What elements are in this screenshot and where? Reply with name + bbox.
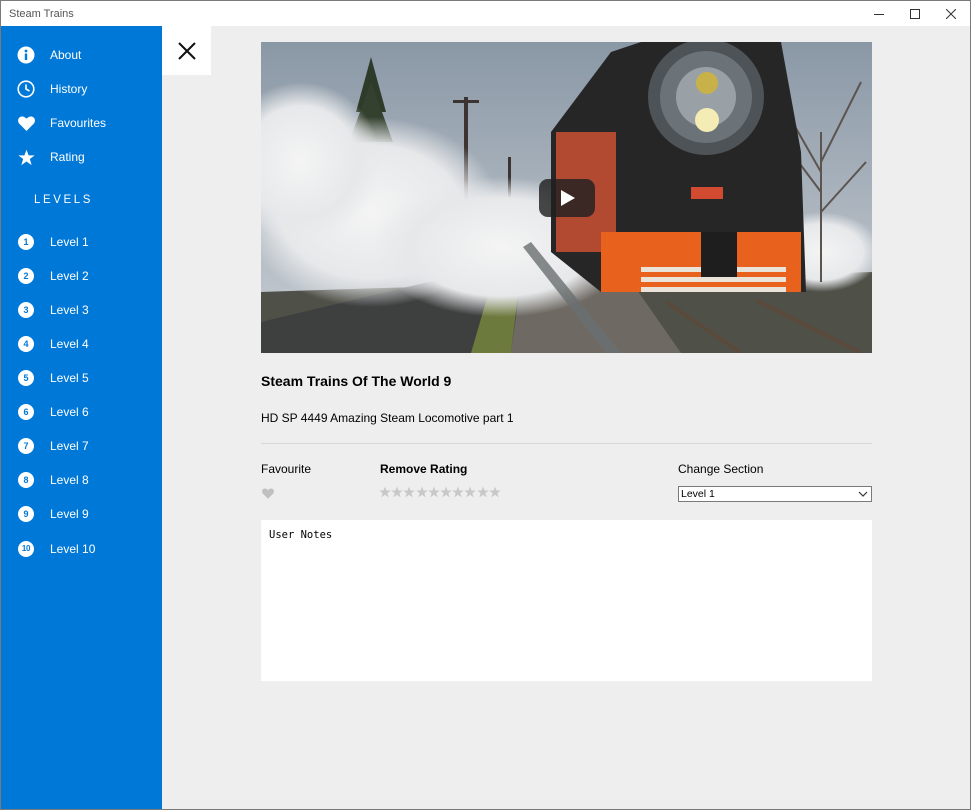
section-select[interactable]: Level 1 bbox=[678, 486, 872, 502]
close-panel-button[interactable] bbox=[162, 26, 211, 75]
remove-rating-button[interactable]: Remove Rating bbox=[380, 462, 467, 476]
sidebar-item-label: Level 1 bbox=[50, 235, 89, 249]
clock-icon bbox=[17, 80, 35, 98]
section-select-value: Level 1 bbox=[681, 488, 715, 500]
sidebar: About History Favourites Rating LEVELS 1… bbox=[1, 26, 162, 809]
heart-icon bbox=[262, 488, 274, 499]
sidebar-item-label: Level 2 bbox=[50, 269, 89, 283]
rating-star-10[interactable] bbox=[488, 486, 501, 498]
heart-icon bbox=[17, 114, 35, 132]
level-10-icon: 10 bbox=[18, 541, 34, 557]
rating-star-2[interactable] bbox=[391, 486, 403, 498]
rating-star-1[interactable] bbox=[379, 486, 391, 498]
video-player[interactable] bbox=[261, 42, 872, 353]
rating-star-3[interactable] bbox=[403, 486, 416, 498]
sidebar-item-label: Level 7 bbox=[50, 439, 89, 453]
sidebar-item-level-10[interactable]: 10 Level 10 bbox=[1, 534, 162, 564]
minimize-button[interactable] bbox=[861, 1, 897, 26]
sidebar-item-level-1[interactable]: 1 Level 1 bbox=[1, 227, 162, 257]
video-title: Steam Trains Of The World 9 bbox=[261, 373, 452, 389]
close-icon bbox=[946, 8, 956, 19]
user-notes-input[interactable] bbox=[261, 520, 872, 681]
divider bbox=[261, 443, 872, 444]
sidebar-item-label: Level 9 bbox=[50, 507, 89, 521]
level-2-icon: 2 bbox=[18, 268, 34, 284]
sidebar-item-label: Level 3 bbox=[50, 303, 89, 317]
sidebar-item-level-9[interactable]: 9 Level 9 bbox=[1, 499, 162, 529]
level-4-icon: 4 bbox=[18, 336, 34, 352]
level-9-icon: 9 bbox=[18, 506, 34, 522]
sidebar-item-label: History bbox=[50, 82, 88, 96]
favourite-label: Favourite bbox=[261, 462, 312, 476]
close-icon bbox=[177, 41, 196, 60]
sidebar-item-label: Level 4 bbox=[50, 337, 89, 351]
video-description: HD SP 4449 Amazing Steam Locomotive part… bbox=[261, 411, 514, 425]
level-6-icon: 6 bbox=[18, 404, 34, 420]
sidebar-item-label: Level 5 bbox=[50, 371, 89, 385]
rating-star-6[interactable] bbox=[440, 486, 452, 498]
sidebar-item-label: Favourites bbox=[50, 116, 107, 130]
close-window-button[interactable] bbox=[933, 1, 969, 26]
rating-star-4[interactable] bbox=[415, 486, 428, 498]
maximize-icon bbox=[910, 8, 920, 19]
sidebar-item-label: Level 10 bbox=[50, 542, 96, 556]
level-8-icon: 8 bbox=[18, 472, 34, 488]
rating-star-8[interactable] bbox=[464, 486, 477, 498]
rating-star-5[interactable] bbox=[428, 486, 440, 498]
levels-heading: LEVELS bbox=[34, 194, 94, 206]
sidebar-item-about[interactable]: About bbox=[1, 40, 162, 70]
sidebar-item-label: About bbox=[50, 48, 82, 62]
sidebar-item-favourites[interactable]: Favourites bbox=[1, 108, 162, 138]
maximize-button[interactable] bbox=[897, 1, 933, 26]
title-bar[interactable]: Steam Trains bbox=[1, 1, 970, 26]
level-5-icon: 5 bbox=[18, 370, 34, 386]
rating-stars[interactable] bbox=[379, 486, 501, 498]
sidebar-item-level-5[interactable]: 5 Level 5 bbox=[1, 363, 162, 393]
change-section-label: Change Section bbox=[678, 462, 764, 476]
minimize-icon bbox=[874, 13, 884, 15]
sidebar-item-label: Level 8 bbox=[50, 473, 89, 487]
sidebar-item-label: Level 6 bbox=[50, 405, 89, 419]
sidebar-item-label: Rating bbox=[50, 150, 85, 164]
app-title: Steam Trains bbox=[9, 8, 74, 20]
sidebar-item-level-6[interactable]: 6 Level 6 bbox=[1, 397, 162, 427]
level-1-icon: 1 bbox=[18, 234, 34, 250]
level-7-icon: 7 bbox=[18, 438, 34, 454]
rating-star-7[interactable] bbox=[452, 486, 464, 498]
sidebar-item-level-8[interactable]: 8 Level 8 bbox=[1, 465, 162, 495]
play-icon bbox=[561, 190, 575, 206]
app-window: Steam Trains About History Favourites Ra… bbox=[0, 0, 971, 810]
sidebar-item-history[interactable]: History bbox=[1, 74, 162, 104]
favourite-toggle[interactable] bbox=[262, 486, 274, 499]
info-icon bbox=[17, 46, 35, 64]
sidebar-item-level-4[interactable]: 4 Level 4 bbox=[1, 329, 162, 359]
sidebar-item-level-3[interactable]: 3 Level 3 bbox=[1, 295, 162, 325]
chevron-down-icon bbox=[858, 491, 868, 497]
play-button[interactable] bbox=[539, 179, 595, 217]
sidebar-item-level-2[interactable]: 2 Level 2 bbox=[1, 261, 162, 291]
sidebar-item-level-7[interactable]: 7 Level 7 bbox=[1, 431, 162, 461]
star-icon bbox=[17, 148, 35, 166]
level-3-icon: 3 bbox=[18, 302, 34, 318]
sidebar-item-rating[interactable]: Rating bbox=[1, 142, 162, 172]
rating-star-9[interactable] bbox=[476, 486, 489, 498]
